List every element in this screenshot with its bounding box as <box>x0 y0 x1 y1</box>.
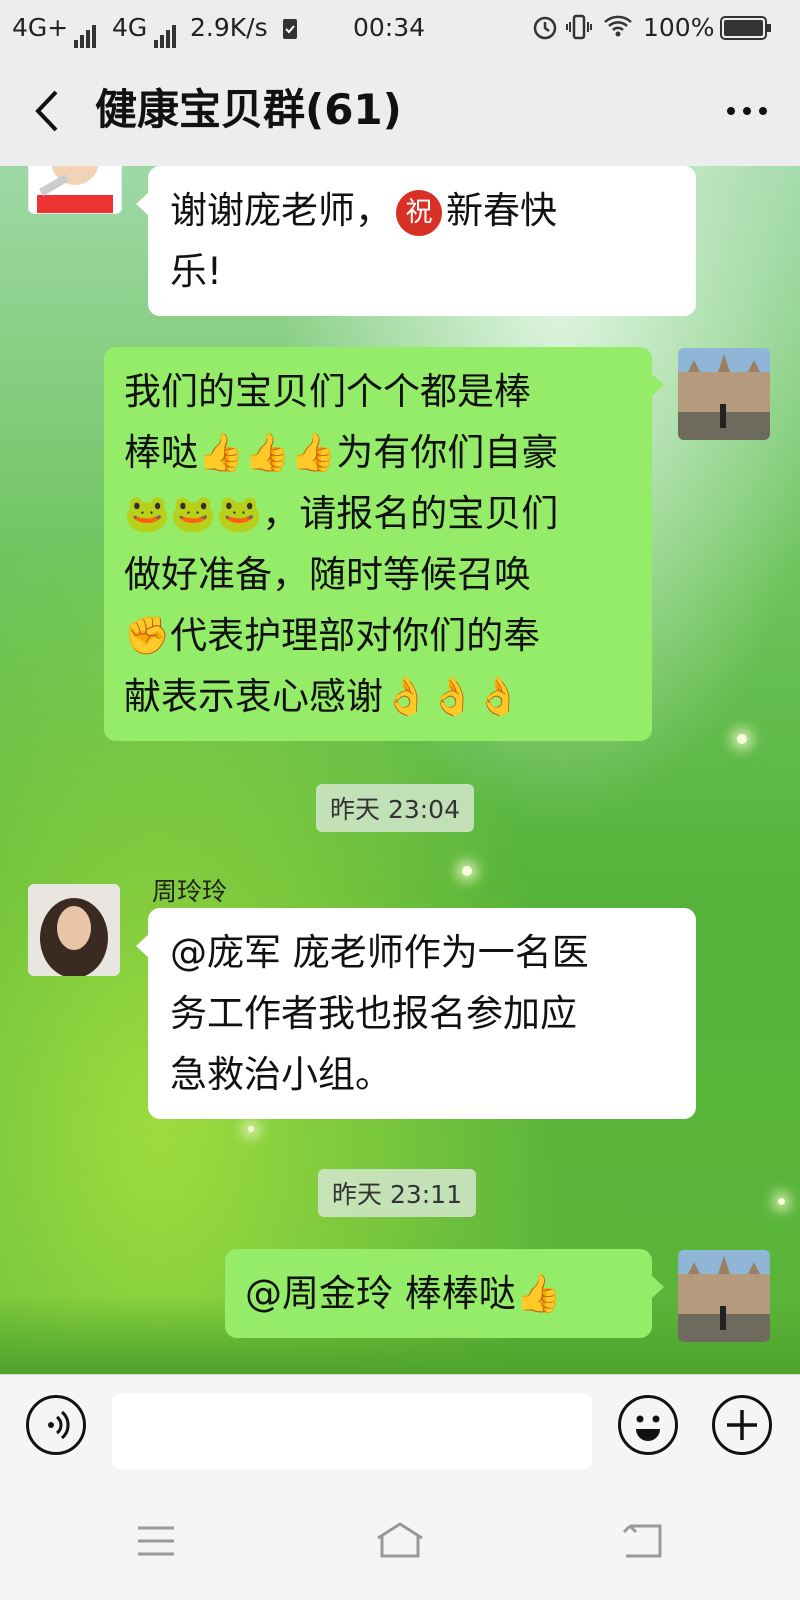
home-icon[interactable] <box>370 1516 430 1566</box>
return-icon[interactable] <box>612 1516 672 1566</box>
back-icon[interactable] <box>28 84 68 138</box>
more-icon[interactable] <box>722 86 772 136</box>
sender-name: 周玲玲 <box>152 877 228 906</box>
system-nav-bar <box>0 1486 800 1600</box>
menu-icon[interactable] <box>126 1516 186 1566</box>
vibrate-icon <box>565 14 593 48</box>
sparkle <box>462 866 472 876</box>
message-input[interactable] <box>112 1393 592 1469</box>
chat-area[interactable]: 谢谢庞老师， 祝新春快乐! 我们的宝贝们个个都是棒 棒哒👍👍👍为有你们自豪 🐸🐸🐸… <box>0 166 800 1374</box>
alarm-icon <box>532 14 558 48</box>
battery-icon <box>720 16 772 48</box>
message-line: 务工作者我也报名参加应 <box>170 992 577 1035</box>
network-type-1: 4G+ <box>12 13 69 42</box>
my-avatar[interactable] <box>678 348 770 440</box>
message-bubble[interactable]: 谢谢庞老师， 祝新春快乐! <box>136 166 696 316</box>
avatar[interactable] <box>28 166 122 214</box>
congrats-badge-icon: 祝 <box>396 189 442 236</box>
network-speed: 2.9K/s <box>190 13 268 42</box>
timestamp: 昨天 23:11 <box>318 1169 476 1217</box>
sparkle <box>778 1198 785 1205</box>
battery-level: 100% <box>643 13 715 42</box>
message-line: @周金玲 棒棒哒👍 <box>245 1272 562 1315</box>
chat-header: 健康宝贝群(61) <box>0 56 800 166</box>
timestamp: 昨天 23:04 <box>316 784 474 832</box>
clock: 00:34 <box>353 13 426 42</box>
badge-text: 祝 <box>405 196 433 228</box>
sparkle <box>737 734 747 744</box>
message-line: 做好准备，随时等候召唤 <box>124 553 531 596</box>
message-bubble[interactable]: @庞军 庞老师作为一名医 务工作者我也报名参加应 急救治小组。 <box>136 908 696 1119</box>
signal-icon-2 <box>154 16 178 48</box>
input-bar <box>0 1374 800 1487</box>
message-line: @庞军 庞老师作为一名医 <box>170 931 589 974</box>
message-text: 乐! <box>170 250 222 293</box>
my-avatar[interactable] <box>678 1250 770 1342</box>
avatar[interactable] <box>28 884 120 976</box>
message-bubble[interactable]: @周金玲 棒棒哒👍 <box>225 1249 664 1338</box>
message-bubble[interactable]: 我们的宝贝们个个都是棒 棒哒👍👍👍为有你们自豪 🐸🐸🐸，请报名的宝贝们 做好准备… <box>104 347 664 741</box>
sparkle <box>248 1126 254 1132</box>
network-type-2: 4G <box>112 13 148 42</box>
emoji-icon[interactable] <box>618 1395 678 1455</box>
chat-title: 健康宝贝群(61) <box>95 85 402 134</box>
message-line: 我们的宝贝们个个都是棒 <box>124 370 531 413</box>
message-line: 🐸🐸🐸，请报名的宝贝们 <box>124 492 559 535</box>
check-icon <box>282 16 298 48</box>
status-bar: 4G+ 4G 2.9K/s 00:34 100% <box>0 0 800 56</box>
wifi-icon <box>603 14 633 46</box>
plus-icon[interactable] <box>712 1395 772 1455</box>
message-line: 棒哒👍👍👍为有你们自豪 <box>124 431 559 474</box>
voice-icon[interactable] <box>26 1395 86 1455</box>
message-line: 急救治小组。 <box>170 1053 392 1096</box>
message-text: 谢谢庞老师， <box>170 189 392 232</box>
message-line: ✊代表护理部对你们的奉 <box>124 614 541 657</box>
message-text: 新春快 <box>446 189 557 232</box>
signal-icon <box>74 16 98 48</box>
message-line: 献表示衷心感谢👌👌👌 <box>124 675 522 718</box>
